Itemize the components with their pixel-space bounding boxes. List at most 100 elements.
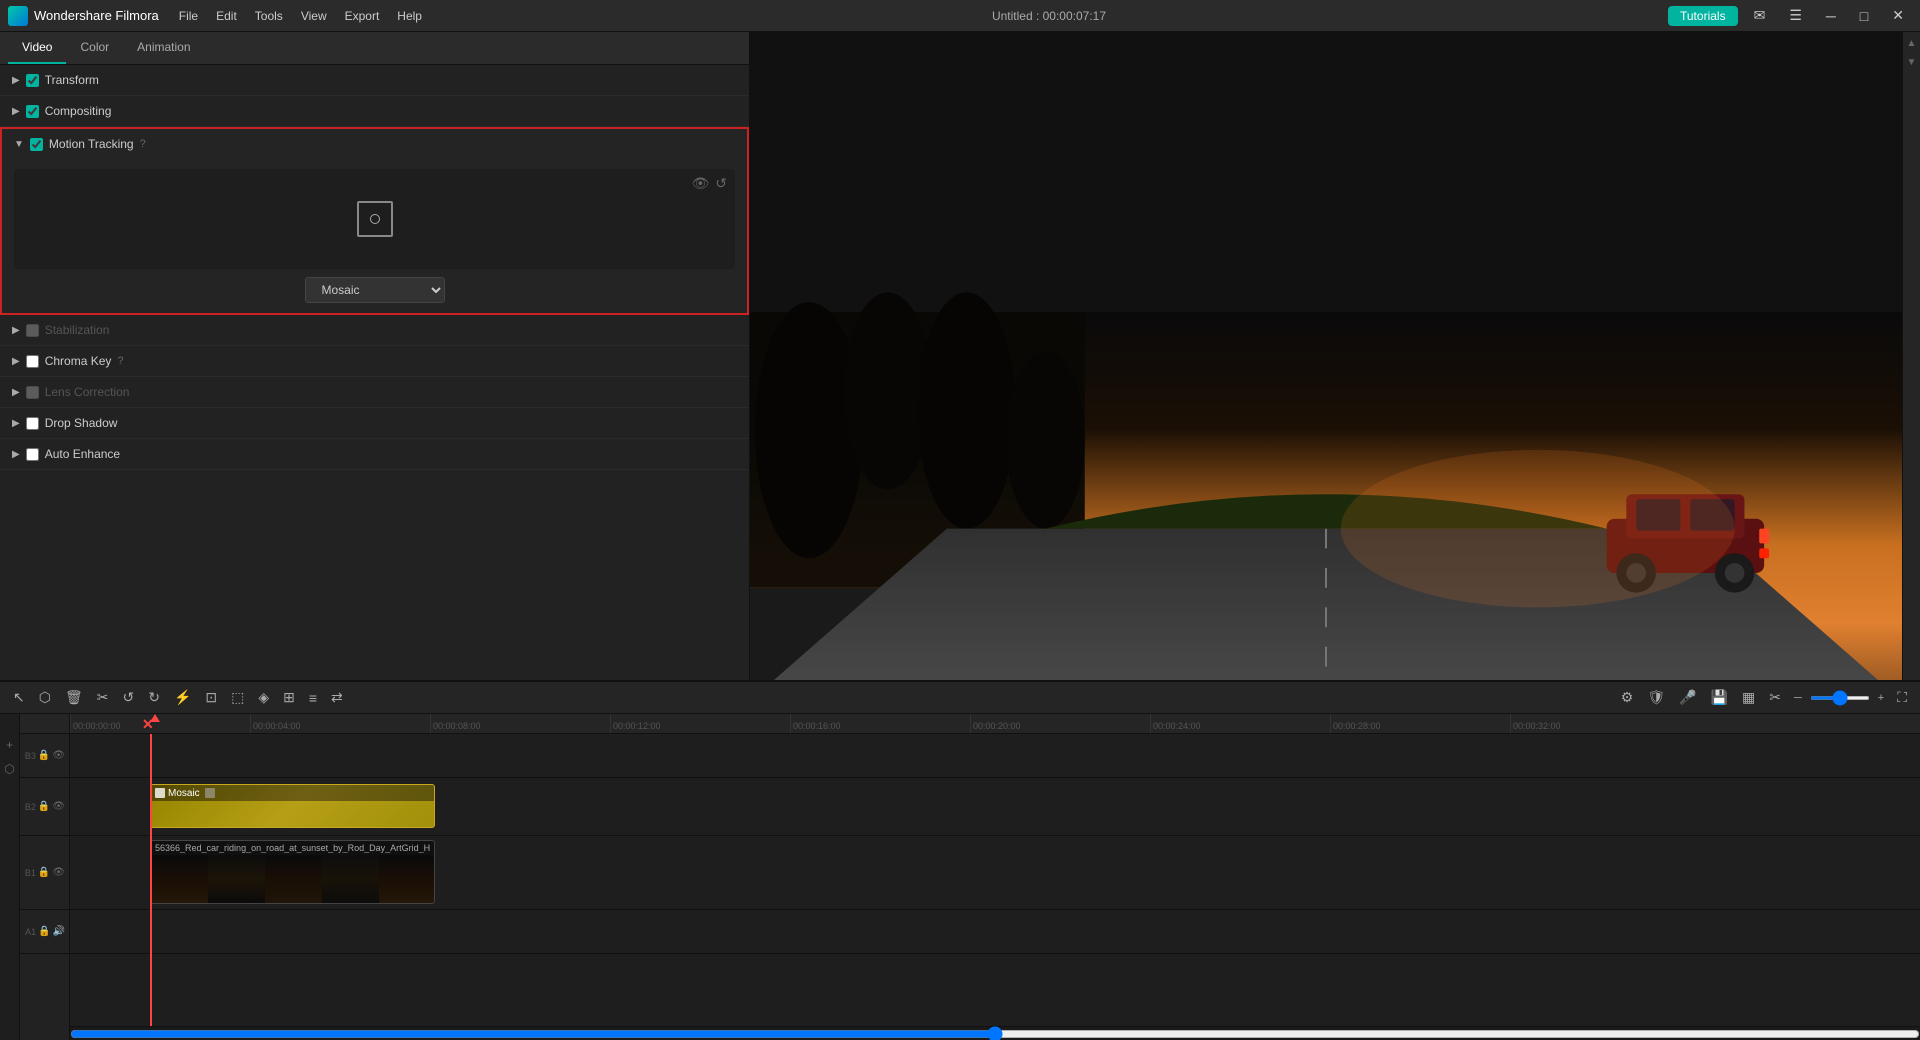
motion-tracking-header[interactable]: ▼ Motion Tracking ?	[2, 129, 747, 159]
auto-enhance-header[interactable]: ▶ Auto Enhance	[0, 439, 749, 469]
add-media-icon[interactable]: +	[4, 734, 15, 756]
edge-expand-icon[interactable]: ▲	[1905, 36, 1919, 51]
drop-shadow-label: Drop Shadow	[45, 416, 118, 430]
tracking-reset-icon[interactable]: ↺	[715, 175, 727, 192]
ruler-mark-5: 00:00:20:00	[970, 714, 1021, 733]
undo-tool[interactable]: ↺	[117, 686, 139, 709]
audio-speaker[interactable]: 🔊	[53, 926, 65, 937]
compositing-checkbox[interactable]	[26, 105, 39, 118]
speed-tool[interactable]: ⚡	[169, 686, 196, 709]
drop-shadow-header[interactable]: ▶ Drop Shadow	[0, 408, 749, 438]
timeline-settings[interactable]: ⚙	[1616, 686, 1639, 709]
mosaic-dropdown-row: Mosaic Blur None	[14, 277, 735, 303]
timeline-save[interactable]: 💾	[1706, 686, 1733, 709]
menu-export[interactable]: Export	[337, 6, 388, 26]
stabilization-label: Stabilization	[45, 323, 110, 337]
app-logo-icon	[8, 6, 28, 26]
mosaic-clip-icon	[155, 788, 165, 798]
menu-help[interactable]: Help	[389, 6, 430, 26]
audio-label: A1 🔒 🔊	[20, 910, 69, 954]
drop-shadow-checkbox[interactable]	[26, 417, 39, 430]
video-frame-4	[322, 855, 379, 904]
timeline-zoom-slider[interactable]	[1810, 696, 1870, 700]
menu-file[interactable]: File	[171, 6, 206, 26]
track2-lock[interactable]: 🔒	[38, 801, 50, 812]
cut-tool[interactable]: ✂	[92, 686, 114, 709]
timeline-cut2[interactable]: ✂	[1764, 686, 1786, 709]
mosaic-clip-label: Mosaic	[168, 788, 200, 799]
motion-tracking-checkbox[interactable]	[30, 138, 43, 151]
ruler-mark-3: 00:00:12:00	[610, 714, 661, 733]
menu-view[interactable]: View	[293, 6, 335, 26]
chroma-key-header[interactable]: ▶ Chroma Key ?	[0, 346, 749, 376]
motion-tracking-help-icon[interactable]: ?	[140, 138, 146, 150]
menu-tools[interactable]: Tools	[247, 6, 291, 26]
tracking-canvas[interactable]: 👁 ↺	[14, 169, 735, 269]
compositing-header[interactable]: ▶ Compositing	[0, 96, 749, 126]
mosaic-effect-dropdown[interactable]: Mosaic Blur None	[305, 277, 445, 303]
timeline-shield[interactable]: 🛡	[1642, 686, 1670, 709]
track1-row: 56366_Red_car_riding_on_road_at_sunset_b…	[70, 836, 1920, 910]
timeline-scroll[interactable]	[70, 1027, 1920, 1040]
close-button[interactable]: ✕	[1884, 5, 1912, 26]
track3-eye[interactable]: 👁	[52, 750, 65, 761]
link-media-icon[interactable]: ⬡	[2, 758, 16, 780]
move-tool[interactable]: ⇄	[326, 686, 348, 709]
drop-shadow-section: ▶ Drop Shadow	[0, 408, 749, 439]
track1-lock[interactable]: 🔒	[38, 867, 50, 878]
timeline-mic[interactable]: 🎤	[1674, 686, 1701, 709]
video-frame-3	[265, 855, 322, 904]
menu-edit[interactable]: Edit	[208, 6, 245, 26]
track2-eye[interactable]: 👁	[52, 801, 65, 812]
mosaic-clip[interactable]: Mosaic	[150, 784, 435, 828]
transform-header[interactable]: ▶ Transform	[0, 65, 749, 95]
redo-tool[interactable]: ↻	[143, 686, 165, 709]
video-frame-5	[379, 855, 434, 904]
settings-button[interactable]: ☰	[1781, 5, 1810, 26]
cursor-tool[interactable]: ↖	[8, 686, 30, 709]
timeline-expand[interactable]: ⛶	[1892, 686, 1912, 709]
tab-animation[interactable]: Animation	[123, 32, 204, 64]
auto-enhance-section: ▶ Auto Enhance	[0, 439, 749, 470]
lens-correction-header[interactable]: ▶ Lens Correction	[0, 377, 749, 407]
tutorials-button[interactable]: Tutorials	[1668, 6, 1738, 26]
maximize-button[interactable]: □	[1852, 6, 1876, 26]
video-clip-label: 56366_Red_car_riding_on_road_at_sunset_b…	[155, 843, 430, 853]
tracking-visibility-icon[interactable]: 👁	[691, 175, 709, 192]
video-clip[interactable]: 56366_Red_car_riding_on_road_at_sunset_b…	[150, 840, 435, 904]
delete-tool[interactable]: 🗑	[60, 686, 88, 709]
compositing-chevron: ▶	[12, 106, 20, 117]
split-tool[interactable]: ⊞	[278, 686, 300, 709]
timeline-layout[interactable]: ▦	[1737, 686, 1760, 709]
chroma-key-checkbox[interactable]	[26, 355, 39, 368]
transform-checkbox[interactable]	[26, 74, 39, 87]
tab-color[interactable]: Color	[66, 32, 123, 64]
track1-eye[interactable]: 👁	[52, 867, 65, 878]
track3-lock[interactable]: 🔒	[38, 750, 50, 761]
align-tool[interactable]: ≡	[304, 687, 322, 709]
app-logo: Wondershare Filmora	[8, 6, 159, 26]
chroma-key-help-icon[interactable]: ?	[117, 355, 123, 367]
timeline: ↖ ⬡ 🗑 ✂ ↺ ↻ ⚡ ⊡ ⬚ ◈ ⊞ ≡ ⇄ ⚙ 🛡 🎤 💾 ▦ ✂ ─ …	[0, 680, 1920, 1040]
motion-tracking-content: 👁 ↺ Mosaic Blur None	[2, 159, 747, 313]
audio-lock[interactable]: 🔒	[38, 926, 50, 937]
notification-button[interactable]: ✉	[1746, 5, 1774, 26]
auto-enhance-checkbox[interactable]	[26, 448, 39, 461]
timeline-zoom-plus[interactable]: +	[1874, 692, 1888, 704]
mask-tool[interactable]: ⬚	[226, 686, 249, 709]
minimize-button[interactable]: ─	[1818, 6, 1844, 26]
time-ruler[interactable]: 00:00:00:00 00:00:04:00 00:00:08:00 00:0…	[70, 714, 1920, 734]
timeline-right-tools: ⚙ 🛡 🎤 💾 ▦ ✂ ─ + ⛶	[1616, 686, 1912, 709]
property-tabs: Video Color Animation	[0, 32, 749, 65]
timeline-zoom-minus[interactable]: ─	[1790, 692, 1806, 704]
crop-tool[interactable]: ⊡	[200, 686, 222, 709]
tab-video[interactable]: Video	[8, 32, 66, 64]
title-bar: Untitled : 00:00:07:17	[442, 9, 1656, 23]
track2-label: B2 🔒 👁	[20, 778, 69, 836]
edge-collapse-icon[interactable]: ▼	[1905, 55, 1919, 70]
track1-id: B1	[25, 868, 36, 878]
video-frame-1	[151, 855, 208, 904]
stabilization-header[interactable]: ▶ Stabilization	[0, 315, 749, 345]
link-tool[interactable]: ⬡	[34, 686, 56, 709]
ai-tool[interactable]: ◈	[253, 686, 274, 709]
